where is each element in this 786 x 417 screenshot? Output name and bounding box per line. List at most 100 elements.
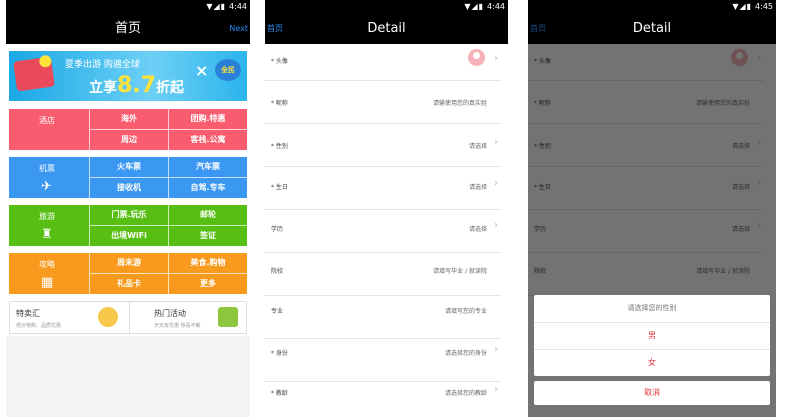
page-title: Detail <box>632 21 672 36</box>
status-bar: ▼◢▮ 4:44 <box>265 0 508 13</box>
section-main-flight[interactable]: 机票 ✈ <box>9 157 89 198</box>
chevron-right-icon: › <box>494 178 498 189</box>
status-bar: ▼◢▮ 4:44 <box>6 0 250 13</box>
promo-strip: 特卖汇 低价特购、品质优惠 热门活动 天天有优惠 惊喜不断 <box>9 301 247 334</box>
form-row[interactable]: * 生日 请选择 › <box>265 167 501 210</box>
row-label: * 性别 <box>271 143 288 150</box>
row-value: 请填写您的专业 <box>444 308 487 315</box>
nav-bar: 首页 Detail <box>528 13 776 44</box>
section-main-label: 旅游 <box>39 212 55 221</box>
form-row[interactable]: * 昵称 请输使用您的真实姓 <box>265 81 501 124</box>
form-row[interactable]: * 性别 请选择 › <box>265 124 501 167</box>
cell-button[interactable]: 团购.特惠 <box>169 109 247 129</box>
chevron-right-icon: › <box>494 384 498 395</box>
cell-button[interactable]: 汽车票 <box>169 157 247 177</box>
row-label: 院校 <box>271 268 284 275</box>
cancel-button[interactable]: 取消 <box>534 381 770 405</box>
row-label: 学历 <box>271 226 284 233</box>
empty-area <box>6 336 250 417</box>
divider <box>90 273 247 274</box>
cell-button[interactable]: 门票.玩乐 <box>90 205 168 225</box>
home-screen: ▼◢▮ 4:44 首页 Next 夏季出游 购遍全球 立享8.7折起 × 全民 酒… <box>6 0 250 417</box>
row-value: 请选择 <box>468 226 487 233</box>
section-main-label: 攻略 <box>39 260 55 269</box>
promo-name: 特卖汇 <box>16 309 40 318</box>
gift-icon <box>218 307 238 327</box>
signal-icon: ▼◢▮ <box>732 2 753 11</box>
row-value: 请选择您的教龄 <box>444 390 487 397</box>
row-label: * 头像 <box>271 58 288 65</box>
section-hotel: 酒店 海外 团购.特惠 周边 客栈.公寓 <box>9 109 247 150</box>
promo-banner[interactable]: 夏季出游 购遍全球 立享8.7折起 × 全民 <box>9 51 247 101</box>
form-row[interactable]: 学历 请选择 › <box>265 210 501 253</box>
statue-icon: ♜ <box>41 227 53 242</box>
cell-button[interactable]: 接收机 <box>90 178 168 198</box>
section-main-hotel[interactable]: 酒店 <box>9 109 89 150</box>
cell-button[interactable]: 美食.购物 <box>169 253 247 273</box>
nav-bar: 首页 Detail <box>265 13 508 44</box>
chevron-right-icon: › <box>494 344 498 355</box>
option-male[interactable]: 男 <box>534 323 770 350</box>
form-row[interactable]: 院校 请填写毕业 / 就读院 <box>265 253 501 296</box>
form-row-avatar[interactable]: * 头像 › <box>265 44 501 81</box>
section-tour: 旅游 ♜ 门票.玩乐 邮轮 出境WiFi 签证 <box>9 205 247 246</box>
promo-sale[interactable]: 特卖汇 低价特购、品质优惠 <box>10 302 128 333</box>
row-label: 专业 <box>271 308 284 315</box>
row-label: * 教龄 <box>271 390 288 397</box>
signal-icon: ▼◢▮ <box>464 2 485 11</box>
cell-button[interactable]: 周边 <box>90 130 168 150</box>
cell-button[interactable]: 签证 <box>169 226 247 246</box>
banner-line1: 夏季出游 购遍全球 <box>65 60 140 70</box>
banner-suffix: 折起 <box>155 80 184 96</box>
cell-button[interactable]: 火车票 <box>90 157 168 177</box>
row-label: * 身份 <box>271 350 288 357</box>
status-time: 4:44 <box>487 2 505 11</box>
status-bar: ▼◢▮ 4:45 <box>528 0 776 13</box>
promo-sub: 天天有优惠 惊喜不断 <box>154 323 201 329</box>
status-time: 4:44 <box>229 2 247 11</box>
row-label: * 昵称 <box>271 100 288 107</box>
go-icon <box>13 56 55 92</box>
plane-icon: ✈ <box>41 179 52 194</box>
section-main-tour[interactable]: 旅游 ♜ <box>9 205 89 246</box>
page-title: Detail <box>367 21 406 36</box>
cell-button[interactable]: 出境WiFi <box>90 226 168 246</box>
promo-activity[interactable]: 热门活动 天天有优惠 惊喜不断 <box>129 302 248 333</box>
section-main-label: 酒店 <box>39 116 55 125</box>
section-guide: 攻略 ▦ 周末游 美食.购物 礼品卡 更多 <box>9 253 247 294</box>
option-female[interactable]: 女 <box>534 350 770 376</box>
chevron-right-icon: › <box>494 137 498 148</box>
banner-discount: 立享8.7折起 <box>89 73 184 98</box>
cell-button[interactable]: 自驾.专车 <box>169 178 247 198</box>
form-row[interactable]: * 身份 请选择您的身份 › <box>265 339 501 382</box>
cell-button[interactable]: 更多 <box>169 274 247 294</box>
promo-name: 热门活动 <box>154 309 186 318</box>
row-value: 请填写毕业 / 就读院 <box>433 268 487 275</box>
avatar <box>468 49 485 66</box>
bowl-icon <box>98 307 118 327</box>
detail-screen: ▼◢▮ 4:44 首页 Detail * 头像 › * 昵称 请输使用您的真实姓 * … <box>265 0 508 417</box>
banner-times: × <box>195 61 209 80</box>
map-icon: ▦ <box>41 275 54 290</box>
banner-badge: 全民 <box>215 59 241 81</box>
cell-button[interactable]: 邮轮 <box>169 205 247 225</box>
cell-button[interactable]: 礼品卡 <box>90 274 168 294</box>
status-time: 4:45 <box>755 2 773 11</box>
section-flight: 机票 ✈ 火车票 汽车票 接收机 自驾.专车 <box>9 157 247 198</box>
detail-picker-screen: ▼◢▮4:45 首页 Detail * 头像› * 昵称请输使用您的真实姓 * … <box>528 0 776 417</box>
next-button[interactable]: Next <box>229 13 248 44</box>
divider <box>90 129 247 130</box>
row-value: 请选择 <box>468 143 487 150</box>
row-value: 请选择您的身份 <box>444 350 487 357</box>
section-main-guide[interactable]: 攻略 ▦ <box>9 253 89 294</box>
form-row[interactable]: 专业 请填写您的专业 <box>265 296 501 339</box>
cell-button[interactable]: 海外 <box>90 109 168 129</box>
form-row[interactable]: * 教龄 请选择您的教龄 › <box>265 382 501 417</box>
row-label: * 生日 <box>271 184 288 191</box>
chevron-right-icon: › <box>494 53 498 64</box>
nav-bar: 首页 Next <box>6 13 250 44</box>
promo-sub: 低价特购、品质优惠 <box>16 323 62 329</box>
cell-button[interactable]: 周末游 <box>90 253 168 273</box>
banner-prefix: 立享 <box>89 80 117 96</box>
cell-button[interactable]: 客栈.公寓 <box>169 130 247 150</box>
